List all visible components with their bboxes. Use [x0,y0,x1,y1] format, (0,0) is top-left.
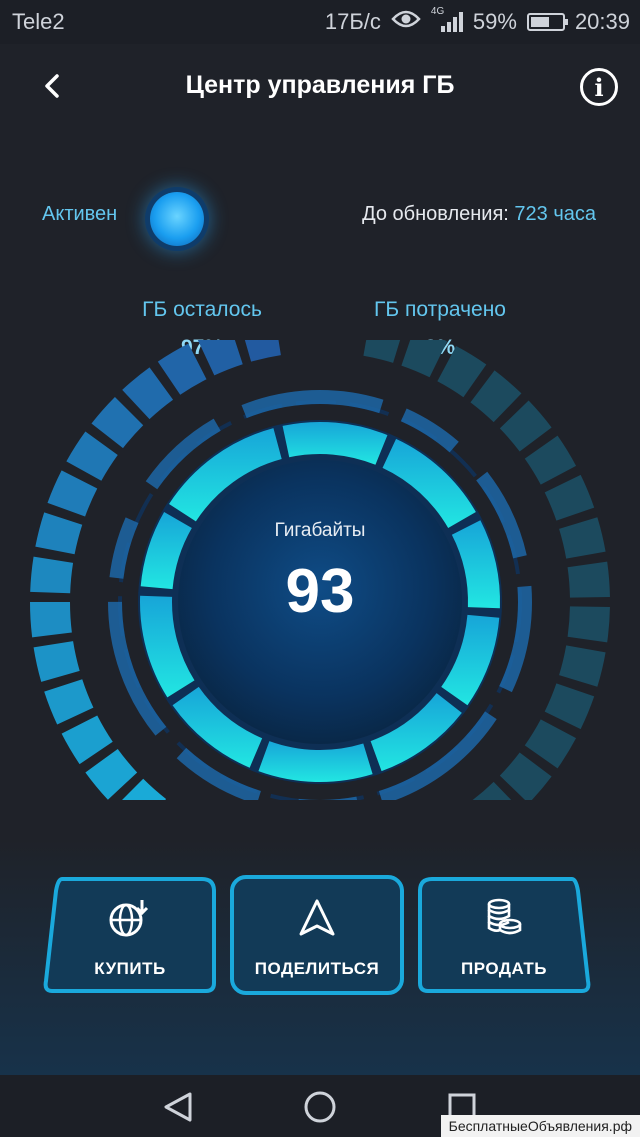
carrier-name: Tele2 [12,9,65,34]
spent-tick [499,752,552,800]
gauge-title: Гигабайты [274,520,366,541]
battery-percent: 59% [472,9,517,34]
watermark: БесплатныеОбъявления.рф [440,1115,640,1137]
active-status-label: Активен [42,203,118,225]
sell-label: ПРОДАТЬ [461,958,547,978]
remaining-tick [244,340,281,362]
nav-home-icon [304,1091,336,1123]
spent-tick [363,340,401,363]
spent-tick [401,340,448,378]
spent-tick [559,645,606,687]
battery-icon [526,13,568,31]
navigation-arrow-icon [297,898,337,943]
refresh-prefix: До обновления: [362,203,515,225]
network-speed: 17Б/с [324,9,381,34]
network-type: 4G [430,6,445,17]
active-status-indicator [150,192,204,246]
spent-tick [544,474,595,521]
nav-back-button[interactable] [158,1089,198,1125]
system-nav-bar: БесплатныеОбъявления.рф [0,1075,640,1137]
spent-tick [470,370,522,423]
share-label: ПОДЕЛИТЬСЯ [254,958,380,978]
spent-tick [437,345,487,398]
info-icon: i [594,72,604,102]
buy-button[interactable]: КУПИТЬ [42,875,218,995]
status-bar: Tele2 17Б/с 4G 59% 20:39 [0,0,640,44]
remaining-tick [85,748,138,800]
refresh-info: До обновления: 723 часа [362,203,596,226]
buy-label: КУПИТЬ [94,958,166,978]
refresh-value: 723 часа [514,203,596,225]
spent-label: ГБ потрачено [374,298,506,321]
remaining-tick [122,367,174,420]
coins-icon [483,898,525,943]
sell-button[interactable]: ПРОДАТЬ [416,875,592,995]
spent-tick [524,435,577,485]
remaining-tick [47,470,98,517]
remaining-label: ГБ осталось [142,298,262,321]
remaining-tick [91,396,144,449]
nav-back-icon [164,1092,192,1122]
eye-icon [391,9,421,35]
spent-tick [499,400,552,452]
globe-download-icon [108,898,152,943]
app-header: Центр управления ГБ i [0,44,640,130]
page-title: Центр управления ГБ [185,71,455,99]
remaining-tick [66,431,118,481]
spent-tick [544,683,595,730]
share-button[interactable]: ПОДЕЛИТЬСЯ [230,875,404,995]
spent-tick [524,719,577,769]
gauge-value: 93 [285,557,355,626]
remaining-tick [33,641,80,682]
info-button[interactable]: i [580,68,618,106]
status-row: Активен До обновления: 723 часа [0,190,640,246]
remaining-tick [61,715,113,765]
remaining-tick [44,679,94,725]
gauge-center: Гигабайты 93 [0,520,640,627]
nav-home-button[interactable] [300,1089,340,1125]
remaining-tick [197,340,243,376]
clock: 20:39 [574,9,630,34]
remaining-tick [157,343,207,395]
